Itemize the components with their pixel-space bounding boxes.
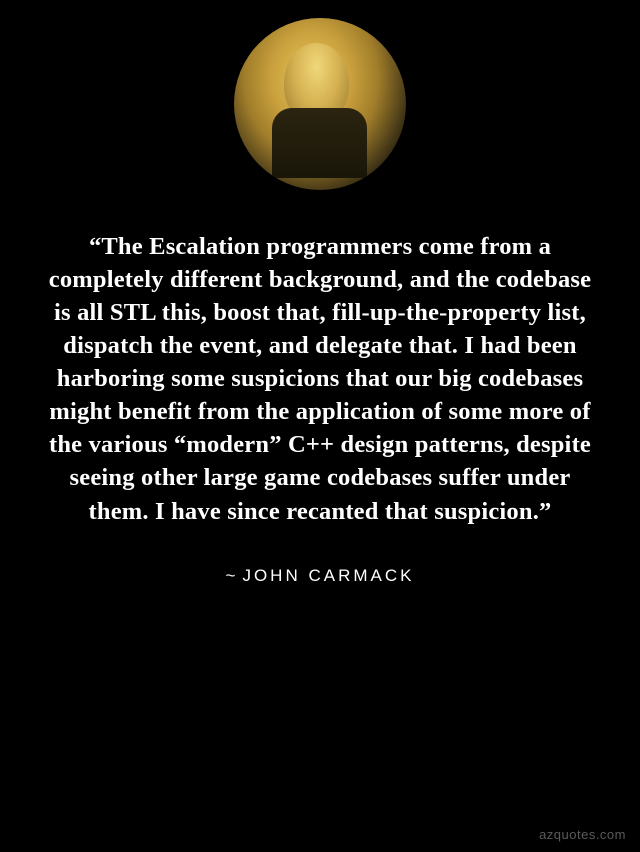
author-name: JOHN CARMACK bbox=[242, 566, 414, 585]
author-avatar bbox=[234, 18, 406, 190]
quote-text: “The Escalation programmers come from a … bbox=[38, 230, 602, 528]
watermark: azquotes.com bbox=[539, 827, 626, 842]
author-container: ~JOHN CARMACK bbox=[0, 566, 640, 586]
quote-container: “The Escalation programmers come from a … bbox=[0, 190, 640, 528]
author-prefix: ~ bbox=[226, 566, 239, 585]
avatar-container bbox=[0, 0, 640, 190]
author-attribution: ~JOHN CARMACK bbox=[226, 566, 415, 585]
